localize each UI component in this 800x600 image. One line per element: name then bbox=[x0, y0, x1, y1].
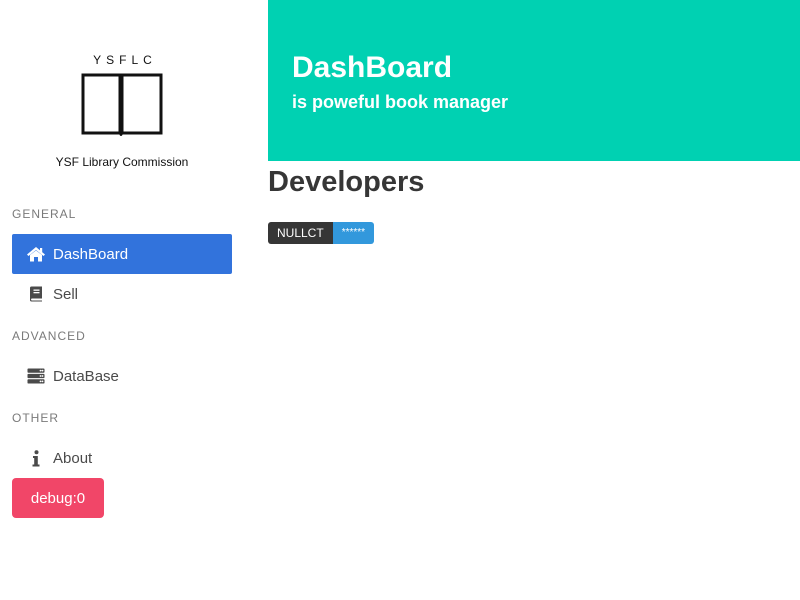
book-icon bbox=[26, 284, 46, 304]
hero-subtitle: is poweful book manager bbox=[292, 92, 509, 112]
developers-heading: Developers bbox=[268, 166, 425, 198]
home-icon bbox=[26, 244, 46, 264]
sidebar-item-about[interactable]: About bbox=[12, 438, 232, 478]
brand-name: YSF Library Commission bbox=[55, 155, 189, 169]
sidebar-item-dashboard[interactable]: DashBoard bbox=[12, 234, 232, 274]
brand-abbreviation: YSFLC bbox=[93, 53, 157, 67]
sidebar-item-label: Sell bbox=[53, 285, 79, 303]
developer-tag[interactable]: NULLCT ****** bbox=[268, 222, 375, 244]
sidebar-item-label: About bbox=[53, 449, 93, 467]
brand-logo[interactable]: YSFLC YSF Library Commission bbox=[0, 52, 244, 170]
menu-label-advanced: ADVANCED bbox=[12, 329, 86, 343]
app-root: YSFLC YSF Library Commission GENERAL Das… bbox=[0, 0, 800, 600]
hero-title: DashBoard bbox=[292, 51, 453, 84]
sidebar-item-database[interactable]: DataBase bbox=[12, 356, 232, 396]
hero-banner: DashBoard is poweful book manager bbox=[268, 0, 800, 161]
sidebar: YSFLC YSF Library Commission GENERAL Das… bbox=[0, 0, 244, 600]
sidebar-item-sell[interactable]: Sell bbox=[12, 274, 232, 314]
menu-label-general: GENERAL bbox=[12, 207, 77, 221]
sidebar-item-label: DashBoard bbox=[53, 245, 129, 263]
developer-name-tag[interactable]: NULLCT bbox=[268, 222, 333, 244]
sidebar-item-label: DataBase bbox=[53, 367, 119, 385]
info-icon bbox=[26, 448, 46, 468]
developer-value-tag[interactable]: ****** bbox=[332, 222, 375, 244]
menu-label-other: OTHER bbox=[12, 411, 59, 425]
server-icon bbox=[26, 366, 46, 386]
debug-button[interactable]: debug:0 bbox=[12, 478, 104, 518]
open-book-icon bbox=[81, 73, 163, 136]
